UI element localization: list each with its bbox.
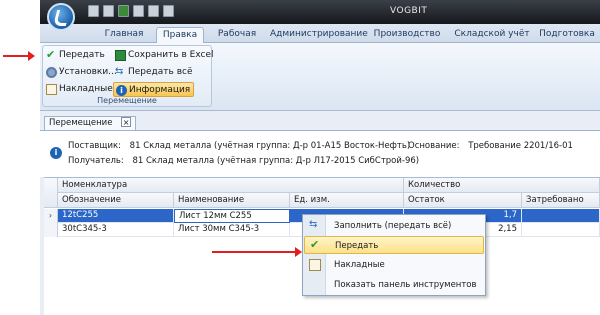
qat-settings-icon[interactable] <box>103 5 114 17</box>
checkmark-icon: ✔ <box>310 238 320 251</box>
column-header-requested[interactable]: Затребовано <box>522 193 600 208</box>
menu-item-invoices[interactable]: Накладные <box>304 256 484 274</box>
tab-preparation[interactable]: Подготовка <box>538 27 596 43</box>
ribbon-group-label: Перемещение <box>97 96 157 105</box>
app-window: VOGBIT Главная Правка Рабочая Администри… <box>40 0 600 315</box>
menu-item-label: Показать панель инструментов <box>334 280 477 290</box>
tab-edit[interactable]: Правка <box>156 27 204 44</box>
column-header-name[interactable]: Наименование <box>174 193 290 208</box>
menu-item-fill[interactable]: ⇆ Заполнить (передать всё) <box>304 217 484 235</box>
install-button[interactable]: Установки... <box>44 65 117 80</box>
column-header-designation[interactable]: Обозначение <box>58 193 174 208</box>
cell-name[interactable]: Лист 12мм С255 <box>174 209 290 223</box>
transfer-button[interactable]: ✔ Передать <box>44 48 105 63</box>
context-menu: ⇆ Заполнить (передать всё) ✔ Передать На… <box>302 214 486 296</box>
supplier-label: Поставщик: <box>68 141 121 151</box>
document-icon <box>46 84 57 95</box>
supplier-value: 81 Склад металла (учётная группа: Д-р 01… <box>129 141 411 151</box>
save-excel-button[interactable]: Сохранить в Excel <box>113 48 214 63</box>
receiver-label: Получатель: <box>68 156 124 166</box>
qat-tools-icon[interactable] <box>88 5 99 17</box>
basis-label: Основание: <box>408 141 460 151</box>
tab-warehouse[interactable]: Складской учёт <box>452 27 532 43</box>
annotation-arrow-menu <box>212 247 302 257</box>
annotation-gutter <box>0 0 40 315</box>
app-logo-button[interactable] <box>47 3 75 31</box>
qat-copy-icon[interactable] <box>133 5 144 17</box>
cell-designation[interactable]: 12tC255 <box>58 209 174 223</box>
quick-access-toolbar <box>88 5 174 17</box>
transfer-all-button[interactable]: ⇆ Передать всё <box>113 65 193 80</box>
menu-item-label: Передать <box>335 241 379 251</box>
information-button-label: Информация <box>129 85 191 95</box>
receiver-value: 81 Склад металла (учётная группа: Д-р Л1… <box>132 156 420 166</box>
checkmark-icon: ✔ <box>46 48 56 61</box>
document-tab-label: Перемещение <box>49 118 113 128</box>
document-tab[interactable]: Перемещение × <box>44 116 137 131</box>
excel-icon <box>115 50 126 61</box>
menu-item-label: Заполнить (передать всё) <box>334 221 452 231</box>
cell-requested[interactable] <box>522 209 600 223</box>
info-icon: i <box>116 85 127 96</box>
cell-requested[interactable] <box>522 223 600 237</box>
menu-item-transfer[interactable]: ✔ Передать <box>304 236 484 254</box>
header-indicator <box>44 178 58 208</box>
fill-arrows-icon: ⇆ <box>309 219 318 230</box>
title-bar: VOGBIT <box>40 0 600 24</box>
menu-item-show-toolbar[interactable]: Показать панель инструментов <box>304 276 484 294</box>
save-excel-button-label: Сохранить в Excel <box>128 50 214 60</box>
ribbon-tab-row: Главная Правка Рабочая Администрирование… <box>40 24 600 44</box>
cell-name[interactable]: Лист 30мм С345-3 <box>174 223 290 237</box>
document-icon <box>309 259 321 271</box>
tab-production[interactable]: Производство <box>370 27 444 43</box>
information-button[interactable]: i Информация <box>113 82 195 97</box>
qat-exit-icon[interactable] <box>118 5 129 17</box>
invoices-button-label: Накладные <box>59 84 113 94</box>
ribbon: ✔ Передать Установки... Накладные Сохран… <box>40 43 600 111</box>
ribbon-group-transfer: ✔ Передать Установки... Накладные Сохран… <box>42 45 214 107</box>
annotation-arrow-ribbon <box>3 51 35 61</box>
app-title: VOGBIT <box>390 6 428 16</box>
group-header-nomenclature: Номенклатура <box>58 178 404 193</box>
transfer-all-icon: ⇆ <box>115 66 124 77</box>
row-indicator: › <box>44 209 58 223</box>
tab-administration[interactable]: Администрирование <box>270 27 368 43</box>
tab-work[interactable]: Рабочая <box>208 27 266 43</box>
column-header-remainder[interactable]: Остаток <box>404 193 522 208</box>
qat-save-icon[interactable] <box>163 5 174 17</box>
invoices-button[interactable]: Накладные <box>44 82 113 97</box>
menu-item-label: Накладные <box>334 260 385 270</box>
group-header-quantity: Количество <box>404 178 600 193</box>
tab-home[interactable]: Главная <box>98 27 150 43</box>
column-header-unit[interactable]: Ед. изм. <box>290 193 404 208</box>
gear-icon <box>46 67 57 78</box>
close-icon[interactable]: × <box>121 117 132 127</box>
cell-designation[interactable]: 30tC345-3 <box>58 223 174 237</box>
install-button-label: Установки... <box>59 67 117 77</box>
transfer-button-label: Передать <box>59 50 105 60</box>
row-indicator <box>44 223 58 237</box>
basis-value: Требование 2201/16-01 <box>468 141 573 151</box>
transfer-info-panel: i Поставщик: 81 Склад металла (учётная г… <box>40 131 600 177</box>
info-icon: i <box>50 147 62 159</box>
qat-paste-icon[interactable] <box>148 5 159 17</box>
transfer-all-button-label: Передать всё <box>128 67 193 77</box>
